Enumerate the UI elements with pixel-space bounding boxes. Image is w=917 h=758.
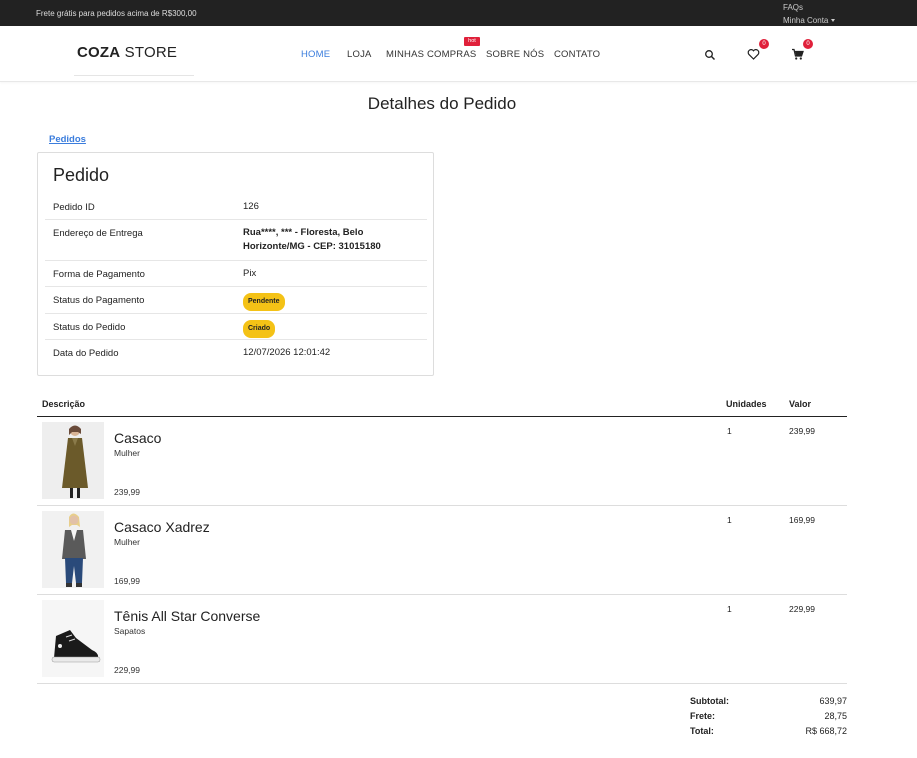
payment-status-row: Status do Pagamento Pendente [45,287,427,314]
subtotal-value: 639,97 [819,696,847,706]
hot-badge: hot [464,37,480,46]
order-details-card: Pedido Pedido ID 126 Endereço de Entrega… [37,152,434,376]
total-label: Total: [690,726,714,736]
product-price: 239,99 [114,487,140,497]
product-image-coat[interactable] [42,422,104,499]
search-icon[interactable] [704,48,718,62]
caret-down-icon [831,19,836,23]
header-value: Valor [789,399,812,409]
breadcrumb-orders-link[interactable]: Pedidos [49,134,86,145]
product-category: Mulher [114,448,140,458]
order-date-value: 12/07/2026 12:01:42 [243,347,331,358]
payment-status-value: Pendente [243,293,423,311]
product-image-sneaker[interactable] [42,600,104,677]
payment-status-badge: Pendente [243,293,285,311]
subtotal-label: Subtotal: [690,696,729,706]
header-units: Unidades [726,399,767,409]
order-status-label: Status do Pedido [53,322,126,333]
product-category: Sapatos [114,626,146,636]
product-value: 169,99 [789,515,815,525]
nav-home[interactable]: HOME [301,49,330,60]
wishlist-heart-icon[interactable] [747,48,761,62]
order-id-value: 126 [243,201,259,212]
header-description: Descrição [42,399,86,409]
product-value: 239,99 [789,426,815,436]
cart-count-badge: 0 [803,39,813,49]
nav-about[interactable]: SOBRE NÓS [486,49,544,60]
nav-shop[interactable]: LOJA [347,49,372,60]
logo-light: STORE [120,44,178,61]
delivery-address-row: Endereço de Entrega Rua****, *** - Flore… [45,220,427,261]
logo-bold: COZA [77,44,121,61]
logo[interactable]: COZA STORE [77,44,177,61]
total-value: R$ 668,72 [805,726,847,736]
product-name[interactable]: Tênis All Star Converse [114,608,260,624]
product-value: 229,99 [789,604,815,614]
product-name[interactable]: Casaco Xadrez [114,519,210,535]
cart-icon[interactable] [791,48,805,62]
nav-my-purchases[interactable]: MINHAS COMPRAS [386,49,476,60]
shipping-label: Frete: [690,711,716,721]
order-status-badge: Criado [243,320,276,338]
payment-method-label: Forma de Pagamento [53,269,145,280]
account-menu[interactable]: Minha Conta [783,16,836,25]
table-row: Tênis All Star Converse Sapatos 229,99 1… [37,595,847,684]
top-bar: Frete grátis para pedidos acima de R$300… [0,0,917,26]
account-label: Minha Conta [783,16,829,25]
main-header: COZA STORE HOME LOJA MINHAS COMPRAS hot … [0,26,917,82]
free-shipping-text: Frete grátis para pedidos acima de R$300… [36,9,197,18]
product-name[interactable]: Casaco [114,430,161,446]
order-date-label: Data do Pedido [53,348,119,359]
shipping-value: 28,75 [824,711,847,721]
product-units: 1 [727,604,732,614]
order-id-label: Pedido ID [53,202,95,213]
page-title: Detalhes do Pedido [367,94,517,113]
order-status-row: Status do Pedido Criado [45,314,427,340]
order-id-row: Pedido ID 126 [45,197,427,220]
product-image-plaid-coat[interactable] [42,511,104,588]
payment-status-label: Status do Pagamento [53,295,145,306]
product-category: Mulher [114,537,140,547]
delivery-address-label: Endereço de Entrega [53,228,143,239]
product-units: 1 [727,515,732,525]
wishlist-count-badge: 0 [759,39,769,49]
order-date-row: Data do Pedido 12/07/2026 12:01:42 [45,340,427,366]
product-price: 169,99 [114,576,140,586]
payment-method-value: Pix [243,268,257,279]
order-card-title: Pedido [53,165,110,185]
nav-contact[interactable]: CONTATO [554,49,600,60]
table-row: Casaco Xadrez Mulher 169,99 1 169,99 [37,506,847,595]
delivery-address-value: Rua****, *** - Floresta, Belo Horizonte/… [243,227,381,252]
payment-method-row: Forma de Pagamento Pix [45,261,427,287]
table-row: Casaco Mulher 239,99 1 239,99 [37,417,847,506]
items-table-header: Descrição Unidades Valor [37,396,847,417]
order-status-value: Criado [243,320,423,338]
faqs-link[interactable]: FAQs [783,3,803,12]
product-units: 1 [727,426,732,436]
product-price: 229,99 [114,665,140,675]
logo-underline [74,75,194,76]
